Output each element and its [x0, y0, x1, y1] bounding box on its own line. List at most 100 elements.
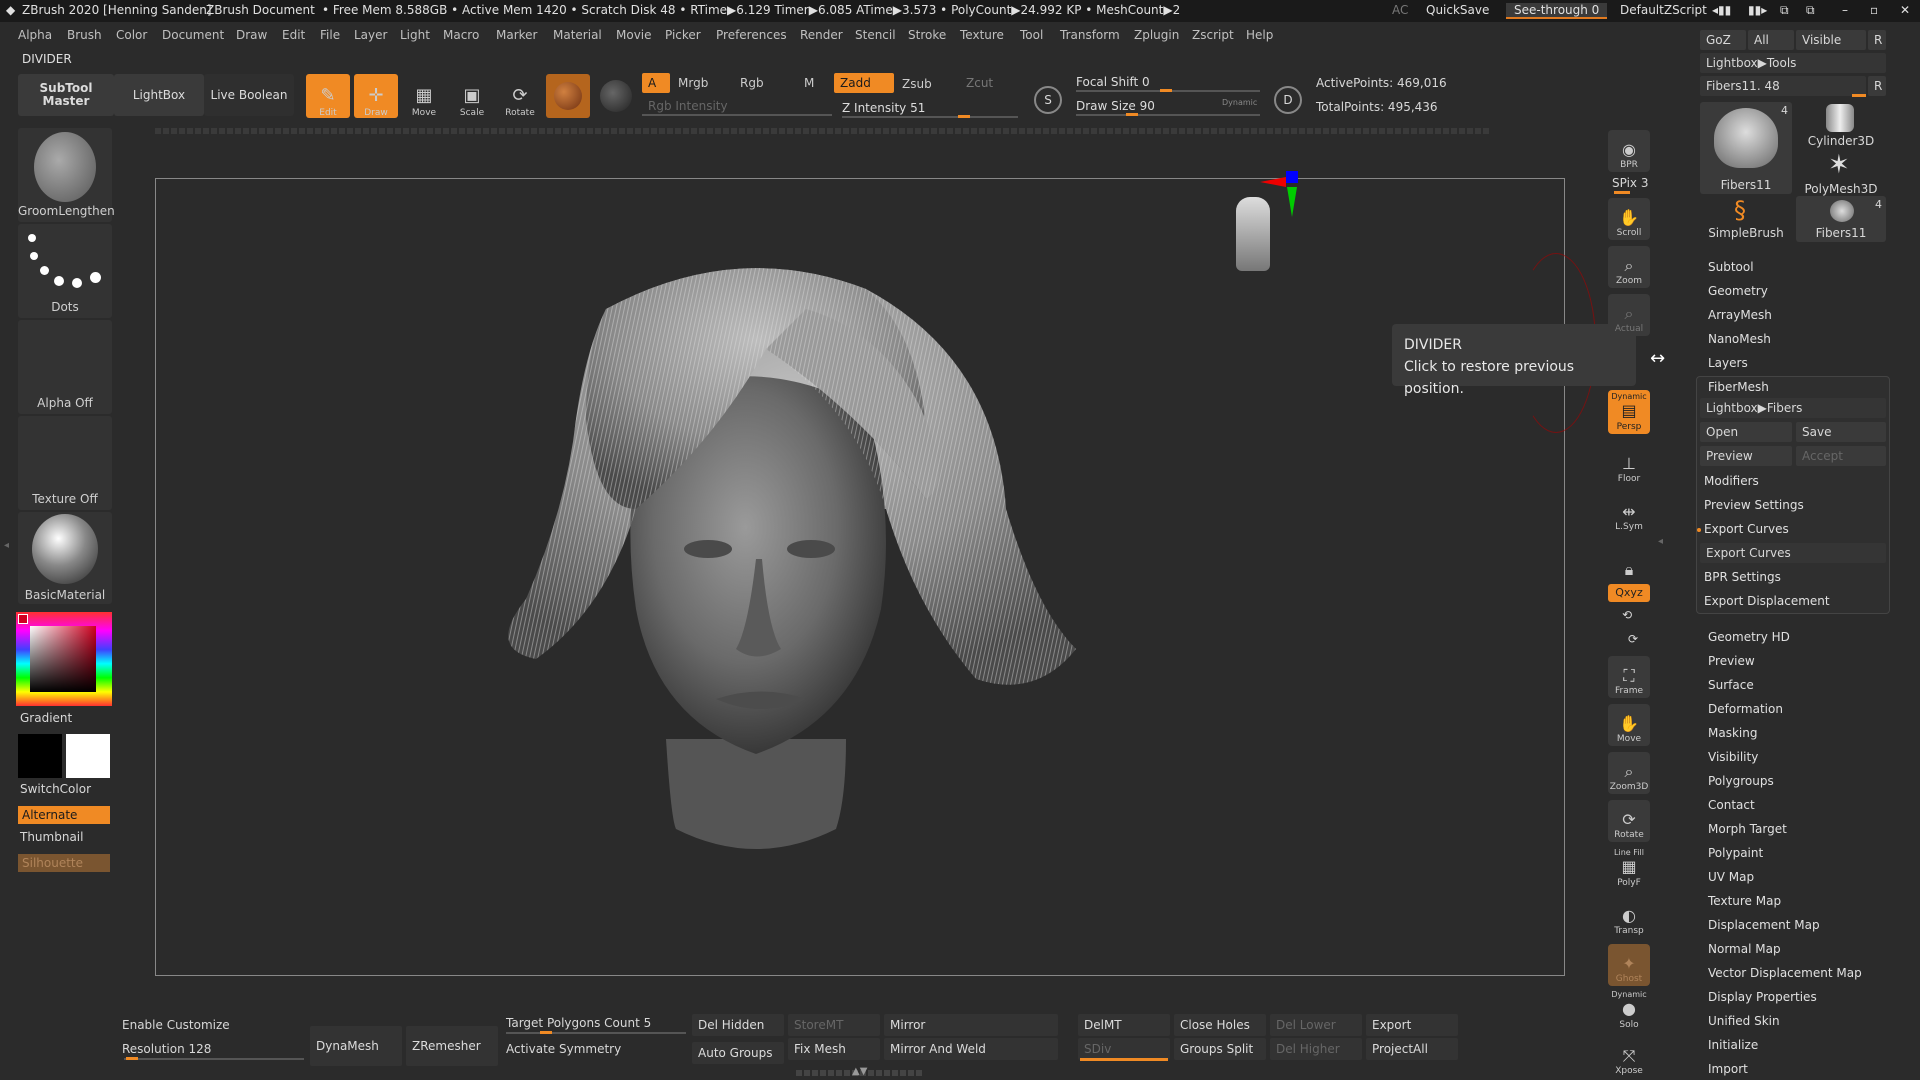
rotate-button[interactable]: ⟳ Rotate [498, 74, 542, 119]
palette-section-17[interactable]: Initialize [1708, 1038, 1758, 1052]
arraymesh-section[interactable]: ArrayMesh [1708, 308, 1772, 322]
material-selector-button[interactable] [546, 74, 590, 118]
restore-icon[interactable]: ▫ [1870, 3, 1878, 17]
menu-macro[interactable]: Macro [443, 28, 479, 42]
a-toggle[interactable]: A [642, 73, 670, 93]
z-intensity-handle[interactable] [958, 115, 970, 118]
palette-section-6[interactable]: Polygroups [1708, 774, 1774, 788]
menu-draw[interactable]: Draw [236, 28, 267, 42]
bottom-tray-arrow-icon[interactable]: ▲▼ [852, 1066, 867, 1077]
scale-button[interactable]: ▣ Scale [450, 74, 494, 119]
focal-shift-handle[interactable] [1160, 89, 1172, 92]
menu-color[interactable]: Color [116, 28, 147, 42]
activate-symmetry-button[interactable]: Activate Symmetry [506, 1042, 621, 1056]
ghost-button[interactable]: ✦ Ghost [1608, 944, 1650, 986]
mrgb-toggle[interactable]: Mrgb [672, 73, 718, 93]
menu-movie[interactable]: Movie [616, 28, 652, 42]
spix-handle[interactable] [1614, 191, 1630, 194]
toolbar-divider[interactable] [155, 128, 1490, 134]
palette-section-16[interactable]: Unified Skin [1708, 1014, 1780, 1028]
palette-section-3[interactable]: Deformation [1708, 702, 1783, 716]
export-curves-subsection[interactable]: Export Curves [1704, 522, 1789, 536]
subtool-section[interactable]: Subtool [1708, 260, 1754, 274]
projectall-button[interactable]: ProjectAll [1366, 1038, 1458, 1060]
rotate-axis-icon[interactable]: ⟲ [1622, 608, 1632, 622]
palette-section-2[interactable]: Surface [1708, 678, 1754, 692]
stroke-selector[interactable]: Dots [18, 224, 112, 318]
menu-tool[interactable]: Tool [1020, 28, 1043, 42]
tool-thumb-cylinder[interactable]: Cylinder3D [1796, 102, 1886, 148]
move-button[interactable]: ▦ Move [402, 74, 446, 119]
draw-button[interactable]: ✛ Draw [354, 74, 398, 118]
frame-button[interactable]: ⛶ Frame [1608, 656, 1650, 698]
ac-label[interactable]: AC [1392, 3, 1408, 17]
xyz-symmetry-button[interactable]: Qxyz [1608, 584, 1650, 602]
z-intensity-slider[interactable]: Z Intensity 51 [836, 98, 1016, 118]
navigation-gizmo[interactable] [1224, 169, 1298, 271]
delmt-button[interactable]: DelMT [1078, 1014, 1170, 1036]
actual-button[interactable]: ⌕ Actual [1608, 294, 1650, 336]
menu-toggle-icon-2[interactable]: ▮▮▸ [1748, 3, 1767, 17]
palette-section-8[interactable]: Morph Target [1708, 822, 1787, 836]
sdiv-slider[interactable]: SDiv [1078, 1038, 1170, 1060]
move-view-button[interactable]: ✋ Move [1608, 704, 1650, 746]
mirror-button[interactable]: Mirror [884, 1014, 1058, 1036]
lazy-mouse-s-icon[interactable]: S [1034, 86, 1062, 114]
palette-section-9[interactable]: Polypaint [1708, 846, 1763, 860]
menu-zscript[interactable]: Zscript [1192, 28, 1234, 42]
dynamesh-button[interactable]: DynaMesh [310, 1026, 402, 1066]
menu-layer[interactable]: Layer [354, 28, 387, 42]
del-hidden-button[interactable]: Del Hidden [692, 1014, 784, 1036]
menu-light[interactable]: Light [400, 28, 430, 42]
persp-button[interactable]: Dynamic ▤ Persp [1608, 390, 1650, 434]
color-square[interactable] [30, 626, 96, 692]
rotate-axis-icon-2[interactable]: ⟳ [1628, 632, 1638, 646]
fix-mesh-button[interactable]: Fix Mesh [788, 1038, 880, 1060]
fiber-save-button[interactable]: Save [1796, 422, 1886, 442]
tool-slider-r-button[interactable]: R [1868, 76, 1886, 96]
auto-groups-button[interactable]: Auto Groups [692, 1042, 784, 1064]
export-displacement-subsection[interactable]: Export Displacement [1704, 594, 1830, 608]
menu-toggle-icon[interactable]: ◂▮▮ [1712, 3, 1731, 17]
nanomesh-section[interactable]: NanoMesh [1708, 332, 1771, 346]
tool-slider[interactable]: Fibers11. 48 [1700, 76, 1866, 96]
bpr-settings-subsection[interactable]: BPR Settings [1704, 570, 1781, 584]
zcut-toggle[interactable]: Zcut [960, 73, 1000, 93]
palette-section-14[interactable]: Vector Displacement Map [1708, 966, 1862, 980]
palette-section-4[interactable]: Masking [1708, 726, 1757, 740]
lazy-mouse-d-icon[interactable]: D [1274, 86, 1302, 114]
bpr-button[interactable]: ◉ BPR [1608, 130, 1650, 172]
solo-button[interactable]: Dynamic ● Solo [1608, 990, 1650, 1032]
menu-brush[interactable]: Brush [67, 28, 102, 42]
floor-button[interactable]: ⊥ Floor [1608, 444, 1650, 486]
edit-button[interactable]: ✎ Edit [306, 74, 350, 118]
menu-edit[interactable]: Edit [282, 28, 305, 42]
dynamic-toggle[interactable]: Dynamic [1222, 98, 1257, 107]
zoom3d-button[interactable]: ⌕ Zoom3D [1608, 752, 1650, 794]
color-picker[interactable] [16, 612, 112, 706]
subtool-master-button[interactable]: SubTool Master [18, 74, 114, 116]
gradient-label[interactable]: Gradient [20, 711, 72, 725]
menu-transform[interactable]: Transform [1060, 28, 1120, 42]
palette-section-5[interactable]: Visibility [1708, 750, 1758, 764]
window-layout-icon[interactable]: ⧉ [1780, 3, 1789, 18]
right-tray-arrow-icon[interactable]: ◂ [1658, 536, 1663, 547]
menu-stroke[interactable]: Stroke [908, 28, 946, 42]
palette-section-11[interactable]: Texture Map [1708, 894, 1781, 908]
menu-help[interactable]: Help [1246, 28, 1273, 42]
zadd-toggle[interactable]: Zadd [834, 73, 894, 93]
groups-split-button[interactable]: Groups Split [1174, 1038, 1266, 1060]
menu-alpha[interactable]: Alpha [18, 28, 52, 42]
thumbnail-button[interactable]: Thumbnail [20, 830, 83, 844]
menu-document[interactable]: Document [162, 28, 224, 42]
menu-material[interactable]: Material [553, 28, 602, 42]
zsub-toggle[interactable]: Zsub [896, 74, 952, 94]
palette-section-18[interactable]: Import [1708, 1062, 1748, 1076]
tool-slider-handle[interactable] [1852, 94, 1866, 97]
scroll-button[interactable]: ✋ Scroll [1608, 198, 1650, 240]
resolution-slider[interactable]: Resolution 128 [122, 1042, 211, 1056]
resolution-handle[interactable] [126, 1057, 138, 1060]
app-icon[interactable]: ◆ [6, 3, 15, 17]
palette-section-12[interactable]: Displacement Map [1708, 918, 1820, 932]
palette-section-10[interactable]: UV Map [1708, 870, 1754, 884]
